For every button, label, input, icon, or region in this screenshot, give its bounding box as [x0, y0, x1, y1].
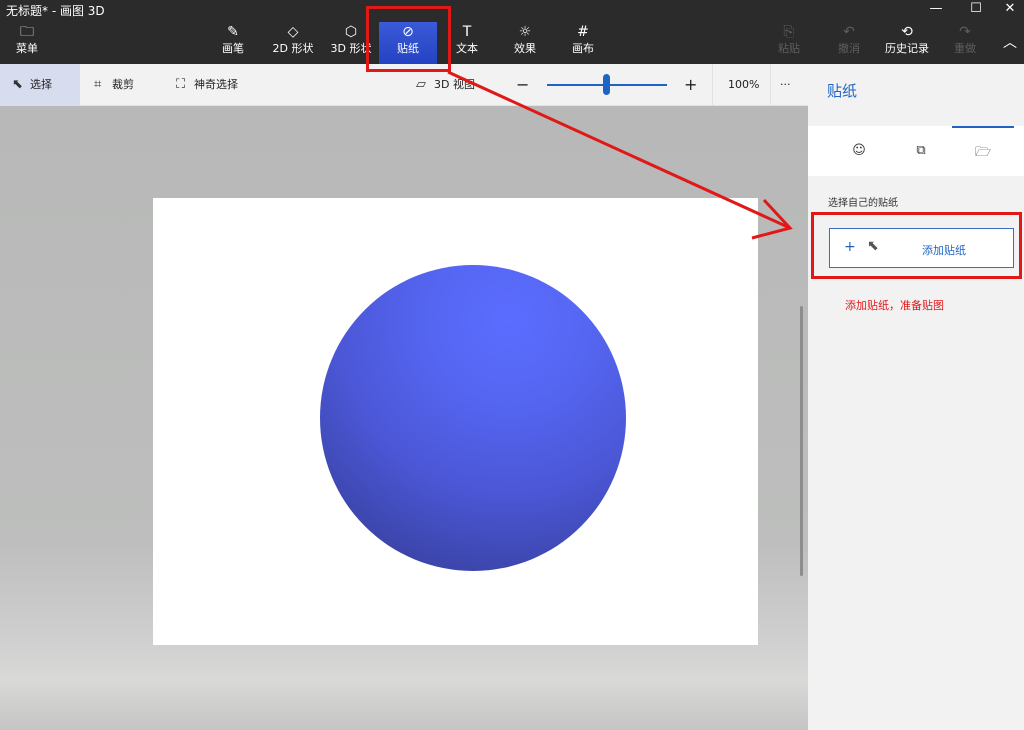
- tab-text-label: 文本: [456, 42, 478, 55]
- folder-open-icon: 🗁: [974, 145, 992, 160]
- tab-2d-shapes[interactable]: ◇ 2D 形状: [268, 22, 318, 64]
- select-tool[interactable]: ⬉ 选择: [0, 64, 80, 106]
- tab-2d-shapes-label: 2D 形状: [272, 42, 314, 55]
- sticker-tabs: ☺ ⧉ 🗁: [808, 126, 1024, 176]
- magic-select-icon: ⛶: [176, 77, 186, 92]
- zoom-in-button[interactable]: +: [684, 64, 698, 106]
- paste-button[interactable]: ⎘ 粘贴: [772, 22, 806, 64]
- chevron-up-icon: ︿: [1003, 35, 1017, 51]
- undo-icon: ↶: [843, 24, 855, 40]
- menu-button[interactable]: 🗀 菜单: [6, 22, 48, 64]
- tab-effects-label: 效果: [514, 42, 536, 55]
- undo-button[interactable]: ↶ 撤消: [832, 22, 866, 64]
- zoom-level[interactable]: 100%: [728, 64, 764, 106]
- clipboard-icon: ⎘: [783, 24, 795, 40]
- textures-tab[interactable]: ⧉: [890, 126, 952, 176]
- redo-icon: ↷: [959, 24, 971, 40]
- stickers-tab[interactable]: ☺: [828, 126, 890, 176]
- panel-title: 贴纸: [827, 82, 858, 100]
- undo-label: 撤消: [838, 42, 860, 55]
- workspace: [0, 106, 808, 730]
- section-label: 选择自己的贴纸: [828, 198, 898, 209]
- brush-icon: ✎: [227, 24, 239, 40]
- history-label: 历史记录: [885, 42, 929, 55]
- annotation-text: 添加贴纸，准备贴图: [845, 299, 944, 312]
- crop-tool[interactable]: ⌗ 裁剪: [94, 64, 154, 106]
- 3d-view-label: 3D 视图: [434, 78, 475, 91]
- sphere-shape[interactable]: [320, 265, 626, 571]
- crop-icon: ⌗: [94, 77, 102, 92]
- tab-effects[interactable]: ☼ 效果: [508, 22, 542, 64]
- sun-icon: ☼: [518, 24, 532, 40]
- smiley-icon: ☺: [852, 143, 866, 158]
- magic-select-label: 神奇选择: [194, 78, 238, 91]
- tab-canvas-label: 画布: [572, 42, 594, 55]
- ribbon-bar: 无标题* - 画图 3D — ☐ ✕ 🗀 菜单 ✎ 画笔 ◇ 2D 形状 ⬡ 3…: [0, 0, 1024, 64]
- redo-button[interactable]: ↷ 重做: [948, 22, 982, 64]
- more-button[interactable]: ···: [780, 64, 798, 106]
- collapse-ribbon-button[interactable]: ︿: [998, 22, 1022, 64]
- history-icon: ⟲: [901, 24, 913, 40]
- text-icon: T: [462, 24, 472, 40]
- tab-brushes[interactable]: ✎ 画笔: [213, 22, 253, 64]
- maximize-button[interactable]: ☐: [956, 0, 996, 18]
- tab-text[interactable]: T 文本: [450, 22, 484, 64]
- magic-select-tool[interactable]: ⛶ 神奇选择: [176, 64, 256, 106]
- redo-label: 重做: [954, 42, 976, 55]
- annotation-box-stickers-tab: [366, 6, 451, 72]
- shapes-2d-icon: ◇: [287, 24, 299, 40]
- menu-label: 菜单: [16, 42, 38, 55]
- pointer-icon: ⬉: [12, 77, 23, 92]
- paste-label: 粘贴: [778, 42, 800, 55]
- divider: [712, 64, 713, 106]
- crop-label: 裁剪: [112, 78, 134, 91]
- minimize-button[interactable]: —: [916, 0, 956, 18]
- vertical-scrollbar[interactable]: [800, 306, 803, 576]
- canvas-icon: #: [577, 24, 589, 40]
- select-label: 选择: [30, 78, 52, 91]
- history-button[interactable]: ⟲ 历史记录: [880, 22, 934, 64]
- annotation-box-add-sticker: [811, 212, 1022, 279]
- tab-canvas[interactable]: # 画布: [566, 22, 600, 64]
- close-button[interactable]: ✕: [996, 0, 1024, 18]
- custom-stickers-tab[interactable]: 🗁: [952, 126, 1014, 176]
- folder-icon: 🗀: [20, 24, 34, 40]
- window-title: 无标题* - 画图 3D: [6, 4, 105, 18]
- divider: [770, 64, 771, 106]
- tab-brushes-label: 画笔: [222, 42, 244, 55]
- canvas[interactable]: [153, 198, 758, 645]
- texture-icon: ⧉: [916, 143, 926, 158]
- zoom-slider-thumb[interactable]: [603, 74, 610, 95]
- sticker-panel: 贴纸 ☺ ⧉ 🗁 选择自己的贴纸 + ⬉ 添加贴纸 添加贴纸，准备贴图: [808, 64, 1024, 730]
- zoom-out-button[interactable]: −: [516, 64, 530, 106]
